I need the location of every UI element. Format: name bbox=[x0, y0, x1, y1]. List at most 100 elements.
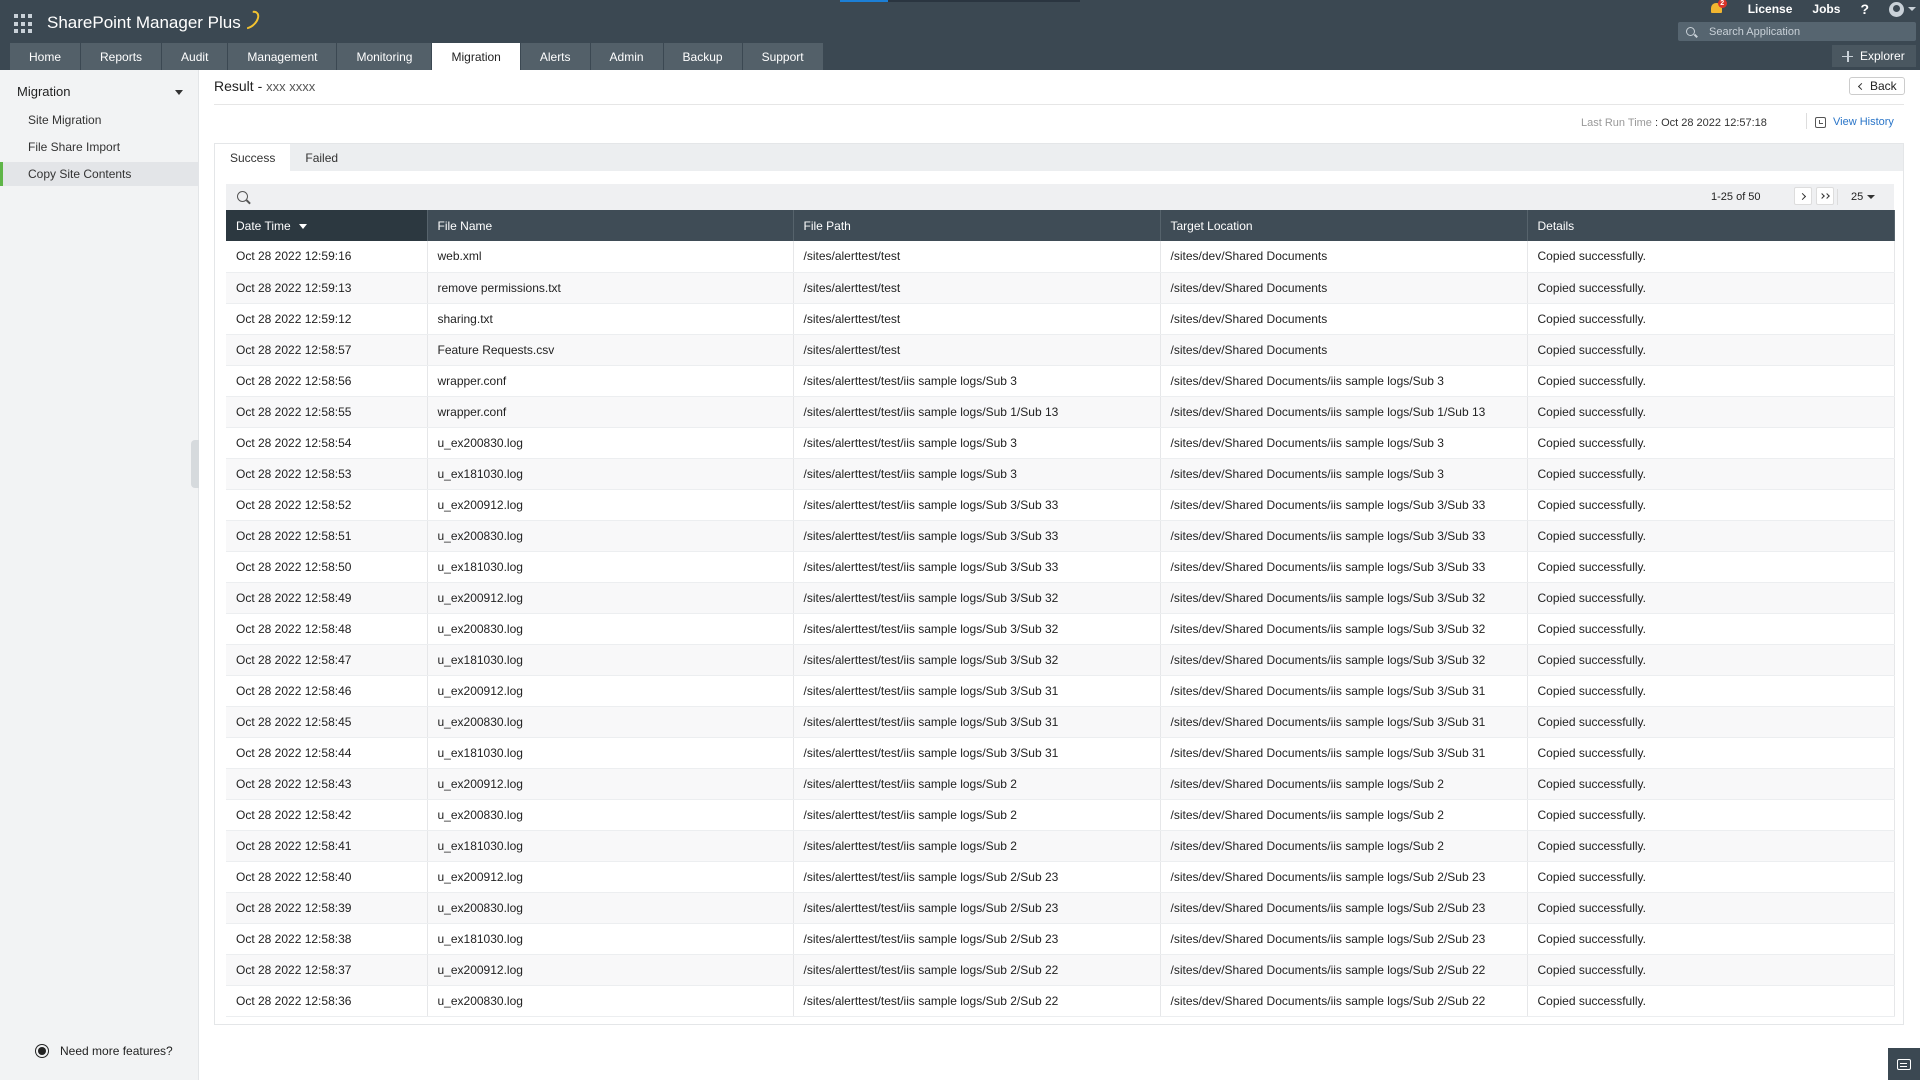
cell-target-location: /sites/dev/Shared Documents/iis sample l… bbox=[1160, 923, 1527, 954]
table-row[interactable]: Oct 28 2022 12:58:39u_ex200830.log/sites… bbox=[226, 892, 1894, 923]
column-header-date-time[interactable]: Date Time bbox=[226, 210, 427, 241]
explorer-button[interactable]: Explorer bbox=[1832, 45, 1916, 67]
table-row[interactable]: Oct 28 2022 12:59:13remove permissions.t… bbox=[226, 272, 1894, 303]
bell-icon[interactable]: 2 bbox=[1710, 2, 1724, 16]
cell-target-location: /sites/dev/Shared Documents/iis sample l… bbox=[1160, 582, 1527, 613]
nav-tab-home[interactable]: Home bbox=[10, 43, 81, 70]
cell-file-name: u_ex200912.log bbox=[427, 768, 793, 799]
view-history-link[interactable]: View History bbox=[1815, 116, 1894, 128]
help-icon[interactable]: ? bbox=[1860, 1, 1869, 17]
app-grid-icon[interactable] bbox=[14, 14, 34, 34]
table-row[interactable]: Oct 28 2022 12:58:49u_ex200912.log/sites… bbox=[226, 582, 1894, 613]
nav-tab-support[interactable]: Support bbox=[743, 43, 824, 70]
table-row[interactable]: Oct 28 2022 12:59:16web.xml/sites/alertt… bbox=[226, 241, 1894, 272]
table-row[interactable]: Oct 28 2022 12:58:41u_ex181030.log/sites… bbox=[226, 830, 1894, 861]
page-size-select[interactable]: 25 bbox=[1851, 191, 1875, 203]
cell-details: Copied successfully. bbox=[1527, 892, 1894, 923]
table-row[interactable]: Oct 28 2022 12:58:40u_ex200912.log/sites… bbox=[226, 861, 1894, 892]
cell-details: Copied successfully. bbox=[1527, 830, 1894, 861]
cell-file-path: /sites/alerttest/test/iis sample logs/Su… bbox=[793, 582, 1160, 613]
nav-tab-admin[interactable]: Admin bbox=[591, 43, 664, 70]
cell-details: Copied successfully. bbox=[1527, 954, 1894, 985]
table-row[interactable]: Oct 28 2022 12:58:52u_ex200912.log/sites… bbox=[226, 489, 1894, 520]
table-row[interactable]: Oct 28 2022 12:58:43u_ex200912.log/sites… bbox=[226, 768, 1894, 799]
cell-file-path: /sites/alerttest/test/iis sample logs/Su… bbox=[793, 458, 1160, 489]
sidebar: Migration Site Migration File Share Impo… bbox=[0, 70, 199, 1080]
sidebar-item-copy-site-contents[interactable]: Copy Site Contents bbox=[0, 162, 199, 186]
explorer-label: Explorer bbox=[1860, 49, 1905, 63]
column-header-file-name[interactable]: File Name bbox=[427, 210, 793, 241]
table-row[interactable]: Oct 28 2022 12:58:45u_ex200830.log/sites… bbox=[226, 706, 1894, 737]
nav-tab-management[interactable]: Management bbox=[228, 43, 337, 70]
search-application-input[interactable] bbox=[1709, 26, 1909, 38]
user-menu-caret-icon[interactable] bbox=[1908, 7, 1916, 11]
cell-file-name: sharing.txt bbox=[427, 303, 793, 334]
table-row[interactable]: Oct 28 2022 12:58:54u_ex200830.log/sites… bbox=[226, 427, 1894, 458]
column-header-target-location[interactable]: Target Location bbox=[1160, 210, 1527, 241]
cell-file-path: /sites/alerttest/test/iis sample logs/Su… bbox=[793, 706, 1160, 737]
user-icon[interactable] bbox=[1889, 2, 1904, 17]
table-row[interactable]: Oct 28 2022 12:58:51u_ex200830.log/sites… bbox=[226, 520, 1894, 551]
nav-tab-backup[interactable]: Backup bbox=[664, 43, 743, 70]
cell-file-path: /sites/alerttest/test/iis sample logs/Su… bbox=[793, 365, 1160, 396]
search-icon[interactable] bbox=[237, 191, 248, 202]
nav-tab-alerts[interactable]: Alerts bbox=[521, 43, 591, 70]
table-row[interactable]: Oct 28 2022 12:58:44u_ex181030.log/sites… bbox=[226, 737, 1894, 768]
cell-file-name: Feature Requests.csv bbox=[427, 334, 793, 365]
table-row[interactable]: Oct 28 2022 12:58:47u_ex181030.log/sites… bbox=[226, 644, 1894, 675]
sidebar-item-site-migration[interactable]: Site Migration bbox=[0, 108, 199, 132]
column-header-details[interactable]: Details bbox=[1527, 210, 1894, 241]
table-row[interactable]: Oct 28 2022 12:58:53u_ex181030.log/sites… bbox=[226, 458, 1894, 489]
cell-file-path: /sites/alerttest/test/iis sample logs/Su… bbox=[793, 799, 1160, 830]
column-header-file-path[interactable]: File Path bbox=[793, 210, 1160, 241]
cell-target-location: /sites/dev/Shared Documents/iis sample l… bbox=[1160, 985, 1527, 1016]
chat-button[interactable] bbox=[1888, 1048, 1920, 1080]
nav-tab-reports[interactable]: Reports bbox=[81, 43, 162, 70]
results-table: Date Time File Name File Path Target Loc… bbox=[226, 210, 1895, 1017]
explorer-icon bbox=[1842, 51, 1853, 62]
table-row[interactable]: Oct 28 2022 12:58:42u_ex200830.log/sites… bbox=[226, 799, 1894, 830]
tab-failed[interactable]: Failed bbox=[290, 144, 353, 171]
table-row[interactable]: Oct 28 2022 12:58:57Feature Requests.csv… bbox=[226, 334, 1894, 365]
table-row[interactable]: Oct 28 2022 12:58:38u_ex181030.log/sites… bbox=[226, 923, 1894, 954]
app-logo[interactable]: SharePoint Manager Plus bbox=[47, 13, 257, 33]
cell-date-time: Oct 28 2022 12:58:45 bbox=[226, 706, 427, 737]
table-row[interactable]: Oct 28 2022 12:58:46u_ex200912.log/sites… bbox=[226, 675, 1894, 706]
cell-target-location: /sites/dev/Shared Documents/iis sample l… bbox=[1160, 675, 1527, 706]
last-run-label: Last Run Time bbox=[1581, 117, 1652, 129]
table-row[interactable]: Oct 28 2022 12:58:50u_ex181030.log/sites… bbox=[226, 551, 1894, 582]
cell-details: Copied successfully. bbox=[1527, 923, 1894, 954]
cell-date-time: Oct 28 2022 12:58:44 bbox=[226, 737, 427, 768]
nav-tab-migration[interactable]: Migration bbox=[432, 43, 520, 70]
table-row[interactable]: Oct 28 2022 12:59:12sharing.txt/sites/al… bbox=[226, 303, 1894, 334]
table-toolbar: 1-25 of 50 25 bbox=[226, 184, 1894, 210]
next-page-button[interactable] bbox=[1794, 187, 1812, 205]
license-link[interactable]: License bbox=[1748, 2, 1793, 16]
need-more-features-link[interactable]: Need more features? bbox=[38, 1044, 173, 1058]
sidebar-item-file-share-import[interactable]: File Share Import bbox=[0, 135, 199, 159]
logo-swoosh-icon bbox=[237, 7, 262, 32]
cell-file-name: u_ex200912.log bbox=[427, 489, 793, 520]
last-page-button[interactable] bbox=[1816, 187, 1834, 205]
results-panel: Success Failed 1-25 of 50 25 Date Time F… bbox=[214, 143, 1904, 1025]
tab-success[interactable]: Success bbox=[215, 144, 290, 171]
cell-details: Copied successfully. bbox=[1527, 737, 1894, 768]
cell-details: Copied successfully. bbox=[1527, 241, 1894, 272]
table-row[interactable]: Oct 28 2022 12:58:36u_ex200830.log/sites… bbox=[226, 985, 1894, 1016]
sidebar-collapse-handle[interactable] bbox=[191, 440, 199, 488]
table-row[interactable]: Oct 28 2022 12:58:55wrapper.conf/sites/a… bbox=[226, 396, 1894, 427]
cell-file-path: /sites/alerttest/test/iis sample logs/Su… bbox=[793, 985, 1160, 1016]
cell-date-time: Oct 28 2022 12:58:57 bbox=[226, 334, 427, 365]
nav-tab-monitoring[interactable]: Monitoring bbox=[337, 43, 432, 70]
back-button[interactable]: Back bbox=[1849, 77, 1905, 95]
jobs-link[interactable]: Jobs bbox=[1812, 2, 1840, 16]
nav-tab-audit[interactable]: Audit bbox=[162, 43, 228, 70]
cell-file-name: u_ex200830.log bbox=[427, 892, 793, 923]
chevron-down-icon[interactable] bbox=[175, 90, 183, 95]
cell-details: Copied successfully. bbox=[1527, 458, 1894, 489]
table-row[interactable]: Oct 28 2022 12:58:56wrapper.conf/sites/a… bbox=[226, 365, 1894, 396]
table-row[interactable]: Oct 28 2022 12:58:37u_ex200912.log/sites… bbox=[226, 954, 1894, 985]
table-row[interactable]: Oct 28 2022 12:58:48u_ex200830.log/sites… bbox=[226, 613, 1894, 644]
cell-target-location: /sites/dev/Shared Documents bbox=[1160, 303, 1527, 334]
cell-file-name: u_ex181030.log bbox=[427, 644, 793, 675]
